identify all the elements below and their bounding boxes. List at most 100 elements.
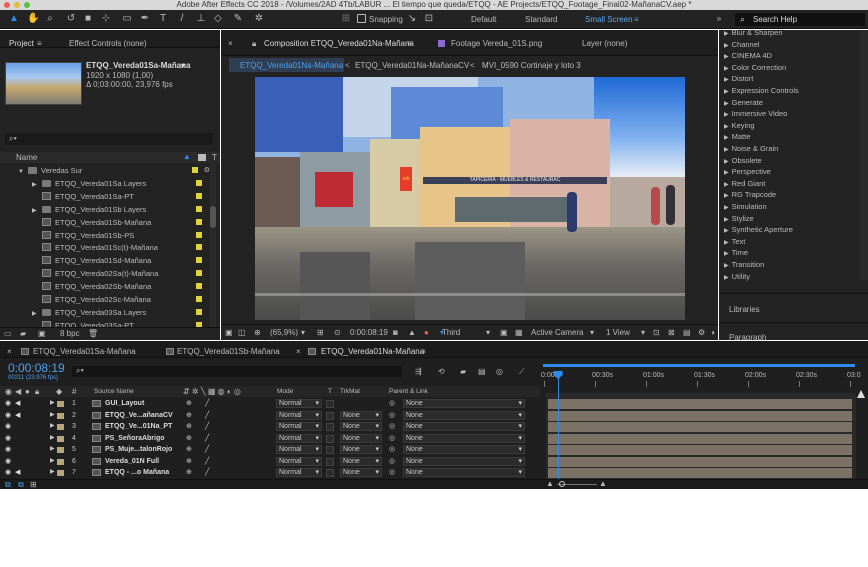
- column-t[interactable]: T: [328, 388, 332, 395]
- camera-tool-icon[interactable]: ■: [82, 13, 94, 25]
- effect-category[interactable]: ▶ Transition: [724, 259, 764, 271]
- disclosure-icon[interactable]: ▶: [724, 124, 729, 130]
- zoom-tool-icon[interactable]: ⌕: [44, 13, 56, 25]
- breadcrumb-1[interactable]: ETQQ_Vereda01Na-MañanaCV: [355, 61, 469, 70]
- label-color-swatch[interactable]: [196, 257, 202, 264]
- effect-category[interactable]: ▶ Synthetic Aperture: [724, 224, 793, 236]
- project-scrollbar[interactable]: [210, 164, 216, 327]
- zoom-window-button[interactable]: [24, 2, 30, 8]
- effect-category[interactable]: ▶ Blur & Sharpen: [724, 27, 783, 39]
- mask-visibility-icon[interactable]: ◫: [238, 328, 246, 337]
- minimize-window-button[interactable]: [14, 2, 20, 8]
- graph-editor-icon[interactable]: ⟋: [519, 367, 525, 377]
- tab-effect-controls[interactable]: Effect Controls (none): [69, 39, 147, 48]
- label-color-swatch[interactable]: [196, 192, 202, 199]
- zoom-dropdown-icon[interactable]: ▾: [301, 328, 305, 337]
- disclosure-icon[interactable]: ▶: [724, 170, 729, 176]
- motion-blur-icon[interactable]: ◎: [496, 367, 503, 376]
- workspace-menu-icon[interactable]: ≡: [634, 15, 639, 24]
- selection-tool-icon[interactable]: ▲: [8, 13, 20, 25]
- timeline-tab-0[interactable]: ETQQ_Vereda01Sa-Mañana: [33, 347, 136, 356]
- composition-menu-icon[interactable]: ≡: [407, 39, 412, 48]
- effect-category[interactable]: ▶ Generate: [724, 97, 763, 109]
- resolution-dropdown-icon[interactable]: ▾: [486, 328, 490, 337]
- project-item[interactable]: ▶ ETQQ_Vereda03Sa Layers: [0, 306, 210, 319]
- search-help-field[interactable]: ⌕ Search Help: [735, 13, 865, 26]
- disclosure-icon[interactable]: ▶: [724, 193, 729, 199]
- project-search-input[interactable]: ⌕▾: [5, 133, 213, 145]
- column-parent[interactable]: Parent & Link: [389, 388, 428, 395]
- interpret-footage-icon[interactable]: ▭: [4, 329, 12, 338]
- project-item[interactable]: ETQQ_Vereda02Sa(t)-Mañana: [0, 267, 210, 280]
- color-depth-value[interactable]: 8 bpc: [60, 329, 80, 338]
- close-window-button[interactable]: [4, 2, 10, 8]
- item-dropdown-icon[interactable]: ▾: [181, 61, 185, 70]
- layer-duration-bar[interactable]: [548, 445, 852, 455]
- grid-icon[interactable]: ⊕: [254, 328, 261, 337]
- toggle-pixel-aspect-icon[interactable]: ⊡: [653, 328, 660, 337]
- zoom-in-icon[interactable]: ▲: [599, 479, 607, 488]
- close-tab-icon[interactable]: ×: [228, 39, 233, 48]
- project-item[interactable]: ▼ Veredas Sur ⚙: [0, 164, 210, 177]
- breadcrumb-0[interactable]: ETQQ_Vereda01Na-Mañana: [240, 61, 343, 70]
- flowchart-icon[interactable]: ⚙: [698, 328, 705, 337]
- project-item[interactable]: ETQQ_Vereda01Sc(t)-Mañana: [0, 241, 210, 254]
- project-item[interactable]: ETQQ_Vereda02Sb-Mañana: [0, 280, 210, 293]
- timeline-icon[interactable]: ▤: [683, 328, 691, 337]
- shy-layers-icon[interactable]: ▰: [460, 367, 466, 376]
- workspace-overflow-icon[interactable]: »: [713, 13, 725, 25]
- disclosure-icon[interactable]: ▶: [724, 43, 729, 49]
- effects-scrollbar[interactable]: [860, 30, 868, 280]
- type-tool-icon[interactable]: T: [157, 13, 169, 25]
- safe-areas-icon[interactable]: ⊞: [317, 328, 324, 337]
- project-item[interactable]: ETQQ_Vereda03Sa-PT: [0, 319, 210, 327]
- project-item[interactable]: ▶ ETQQ_Vereda01Sb Layers: [0, 203, 210, 216]
- delete-icon[interactable]: 🗑: [88, 329, 98, 338]
- sort-ascending-icon[interactable]: ▲: [183, 152, 191, 161]
- tab-layer[interactable]: Layer (none): [582, 39, 627, 48]
- effect-category[interactable]: ▶ Obsolete: [724, 155, 762, 167]
- workspace-standard[interactable]: Standard: [525, 15, 557, 24]
- disclosure-icon[interactable]: ▶: [724, 77, 729, 83]
- label-color-swatch[interactable]: [196, 283, 202, 290]
- comp-mini-flowchart-icon[interactable]: ⇶: [415, 367, 422, 376]
- clone-stamp-tool-icon[interactable]: ⊥: [195, 13, 207, 25]
- lock-column-icon[interactable]: 🔒︎: [35, 387, 39, 397]
- disclosure-icon[interactable]: ▶: [724, 205, 729, 211]
- brush-tool-icon[interactable]: /: [176, 13, 188, 25]
- layer-duration-bar[interactable]: [548, 410, 852, 421]
- label-color-swatch[interactable]: [196, 231, 202, 238]
- timeline-tab-2[interactable]: ETQQ_Vereda01Na-Mañana: [321, 347, 424, 356]
- effect-category[interactable]: ▶ Matte: [724, 131, 750, 143]
- effect-category[interactable]: ▶ RG Trapcode: [724, 189, 776, 201]
- column-source-name[interactable]: Source Name: [94, 388, 134, 395]
- lock-icon[interactable]: 🔒︎: [252, 39, 256, 49]
- layer-duration-bar[interactable]: [548, 433, 852, 444]
- disclosure-icon[interactable]: ▶: [724, 182, 729, 188]
- zoom-out-icon[interactable]: ▲: [546, 479, 554, 488]
- viewer-timecode[interactable]: 0:00:08:19: [350, 328, 388, 337]
- transparency-grid-icon[interactable]: ▦: [515, 328, 523, 337]
- draft-3d-icon[interactable]: ⟲: [438, 367, 445, 376]
- camera-dropdown-icon[interactable]: ▾: [590, 328, 594, 337]
- views-dropdown-icon[interactable]: ▾: [641, 328, 645, 337]
- effect-category[interactable]: ▶ Expression Controls: [724, 85, 799, 97]
- color-channels-icon[interactable]: ●: [424, 328, 429, 337]
- frame-blending-icon[interactable]: ▤: [478, 367, 486, 376]
- workspace-default[interactable]: Default: [471, 15, 496, 24]
- project-item[interactable]: ETQQ_Vereda01Sb-Mañana: [0, 216, 210, 229]
- always-preview-icon[interactable]: ▣: [225, 328, 233, 337]
- disclosure-icon[interactable]: ▶: [724, 251, 729, 257]
- disclosure-icon[interactable]: ▶: [724, 66, 729, 72]
- layer-duration-bar[interactable]: [548, 422, 852, 432]
- in-out-toggle-icon[interactable]: ⊞: [30, 480, 37, 489]
- libraries-panel-title[interactable]: Libraries: [729, 305, 760, 314]
- effect-category[interactable]: ▶ Simulation: [724, 201, 767, 213]
- new-composition-icon[interactable]: ▣: [38, 329, 46, 338]
- close-tab-icon[interactable]: ×: [7, 347, 12, 356]
- disclosure-icon[interactable]: ▶: [724, 159, 729, 165]
- snapshot-icon[interactable]: ◙: [393, 328, 398, 337]
- label-color-swatch[interactable]: [196, 308, 202, 315]
- clock-icon[interactable]: ⊙: [334, 328, 341, 337]
- label-column-icon[interactable]: ◆: [56, 387, 62, 396]
